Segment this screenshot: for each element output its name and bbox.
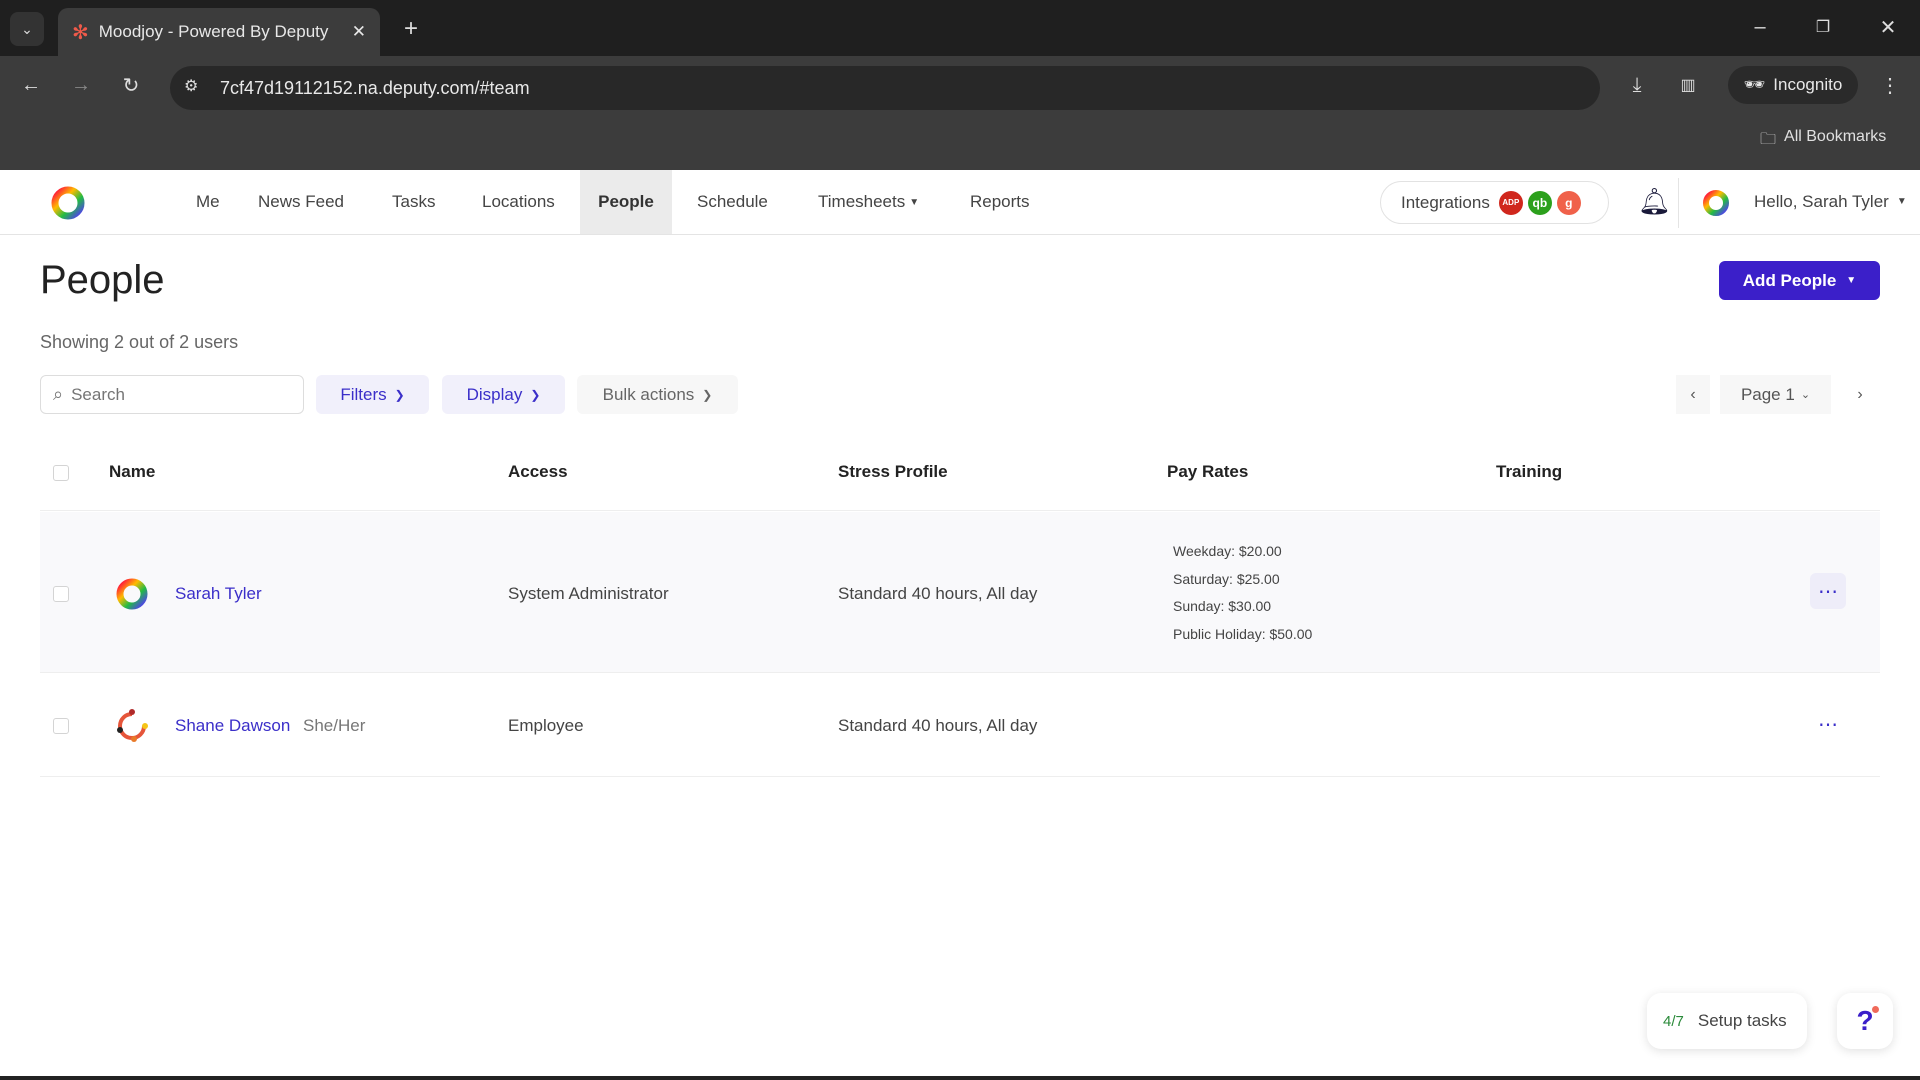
setup-progress: 4/7 — [1663, 1012, 1684, 1030]
user-avatar[interactable] — [1700, 187, 1732, 219]
nav-me[interactable]: Me — [178, 170, 238, 234]
search-input[interactable] — [71, 384, 272, 405]
table-row[interactable]: Shane Dawson She/Her Employee Standard 4… — [40, 674, 1880, 777]
stress-profile: Standard 40 hours, All day — [838, 716, 1038, 735]
reload-icon[interactable]: ↻ — [116, 70, 146, 100]
back-icon[interactable]: ← — [16, 70, 46, 100]
notifications-bell-icon[interactable]: 🔔︎ — [1638, 186, 1671, 217]
chevron-down-icon: ❯ — [530, 387, 541, 402]
nav-reports[interactable]: Reports — [952, 170, 1048, 234]
column-header-name[interactable]: Name — [109, 462, 155, 482]
minimize-button[interactable]: – — [1745, 12, 1775, 42]
app-nav: Me News Feed Tasks Locations People Sche… — [0, 170, 1920, 235]
chevron-down-icon: ⌄ — [1800, 389, 1811, 401]
page-select[interactable]: Page 1 ⌄ — [1720, 375, 1831, 414]
close-tab-icon[interactable]: ✕ — [352, 22, 366, 42]
add-people-button[interactable]: Add People ▼ — [1719, 261, 1880, 300]
divider — [40, 510, 1880, 511]
pay-rate: Sunday: $30.00 — [1173, 598, 1272, 614]
access-level: System Administrator — [508, 584, 669, 603]
stress-profile: Standard 40 hours, All day — [838, 584, 1038, 603]
more-horizontal-icon: ⋯ — [1818, 713, 1838, 736]
browser-tab[interactable]: ✻ Moodjoy - Powered By Deputy ✕ — [58, 8, 380, 56]
row-more-actions-button[interactable]: ⋯ — [1810, 573, 1846, 609]
address-bar[interactable]: ⚙ 7cf47d19112152.na.deputy.com/#team — [170, 66, 1600, 110]
column-header-pay-rates[interactable]: Pay Rates — [1167, 462, 1248, 482]
prev-page-button[interactable]: ‹ — [1676, 375, 1710, 414]
menu-kebab-icon[interactable]: ⋮ — [1875, 70, 1905, 100]
site-info-icon[interactable]: ⚙ — [184, 76, 198, 96]
chevron-down-icon: ❯ — [394, 387, 405, 402]
gusto-icon: g — [1556, 190, 1581, 215]
nav-schedule[interactable]: Schedule — [679, 170, 786, 234]
person-name-link[interactable]: Sarah Tyler — [175, 584, 262, 604]
pay-rate: Saturday: $25.00 — [1173, 571, 1280, 587]
caret-down-icon: ▼ — [1846, 275, 1857, 286]
pay-rate: Weekday: $20.00 — [1173, 543, 1282, 559]
bottom-bar — [0, 1076, 1920, 1080]
close-window-button[interactable]: ✕ — [1873, 12, 1903, 42]
forward-icon[interactable]: → — [66, 70, 96, 100]
pay-rate: Public Holiday: $50.00 — [1173, 626, 1313, 642]
filters-button[interactable]: Filters ❯ — [316, 375, 429, 414]
deputy-logo[interactable] — [44, 183, 92, 223]
row-more-actions-button[interactable]: ⋯ — [1810, 706, 1846, 742]
chevron-right-icon: › — [1857, 385, 1863, 403]
nav-tasks[interactable]: Tasks — [374, 170, 453, 234]
caret-down-icon: ▼ — [909, 196, 920, 208]
side-panel-icon[interactable]: ▥ — [1673, 70, 1703, 100]
incognito-badge[interactable]: 🕶 Incognito — [1728, 66, 1858, 104]
browser-tab-bar: ⌄ ✻ Moodjoy - Powered By Deputy ✕ + – ❐ … — [0, 0, 1920, 56]
search-icon: ⌕ — [53, 384, 64, 404]
tab-search-button[interactable]: ⌄ — [10, 12, 44, 46]
new-tab-button[interactable]: + — [396, 12, 426, 46]
divider — [1678, 178, 1679, 228]
column-header-stress-profile[interactable]: Stress Profile — [838, 462, 948, 482]
next-page-button[interactable]: › — [1843, 375, 1877, 414]
setup-tasks-button[interactable]: 4/7 Setup tasks — [1647, 993, 1807, 1049]
access-level: Employee — [508, 716, 584, 735]
nav-people[interactable]: People — [580, 170, 672, 234]
chevron-down-icon: ❯ — [702, 387, 713, 402]
nav-timesheets[interactable]: Timesheets ▼ — [800, 170, 937, 234]
quickbooks-icon: qb — [1527, 190, 1552, 215]
download-icon[interactable]: ⤓ — [1622, 70, 1652, 100]
row-checkbox[interactable] — [53, 586, 69, 602]
adp-icon: ADP — [1498, 190, 1523, 215]
bulk-actions-button[interactable]: Bulk actions ❯ — [577, 375, 738, 414]
column-header-training[interactable]: Training — [1496, 462, 1562, 482]
table-row[interactable]: Sarah Tyler System Administrator Standar… — [40, 512, 1880, 673]
pronouns: She/Her — [303, 716, 366, 735]
avatar — [116, 578, 148, 610]
more-horizontal-icon: ⋯ — [1818, 580, 1838, 603]
person-name-link[interactable]: Shane Dawson — [175, 716, 290, 736]
row-checkbox[interactable] — [53, 718, 69, 734]
deputy-favicon-icon: ✻ — [72, 21, 89, 44]
chevron-left-icon: ‹ — [1690, 385, 1696, 403]
notification-dot — [1872, 1006, 1879, 1013]
help-icon: ? — [1856, 1005, 1874, 1036]
nav-news-feed[interactable]: News Feed — [240, 170, 362, 234]
select-all-checkbox[interactable] — [53, 465, 69, 481]
nav-locations[interactable]: Locations — [464, 170, 573, 234]
user-menu[interactable]: Hello, Sarah Tyler ▼ — [1754, 192, 1907, 212]
column-header-access[interactable]: Access — [508, 462, 568, 482]
caret-down-icon: ▼ — [1896, 196, 1907, 207]
help-button[interactable]: ? — [1837, 993, 1893, 1049]
search-field[interactable]: ⌕ — [40, 375, 304, 414]
integrations-button[interactable]: Integrations ADP qb g — [1380, 181, 1609, 224]
page-title: People — [40, 258, 165, 302]
display-button[interactable]: Display ❯ — [442, 375, 565, 414]
incognito-icon: 🕶 — [1743, 75, 1766, 94]
avatar — [117, 709, 148, 742]
restore-button[interactable]: ❐ — [1808, 12, 1838, 42]
results-count: Showing 2 out of 2 users — [40, 332, 239, 352]
folder-icon: 🗀 — [1760, 131, 1777, 148]
all-bookmarks[interactable]: 🗀 All Bookmarks — [1760, 128, 1886, 155]
